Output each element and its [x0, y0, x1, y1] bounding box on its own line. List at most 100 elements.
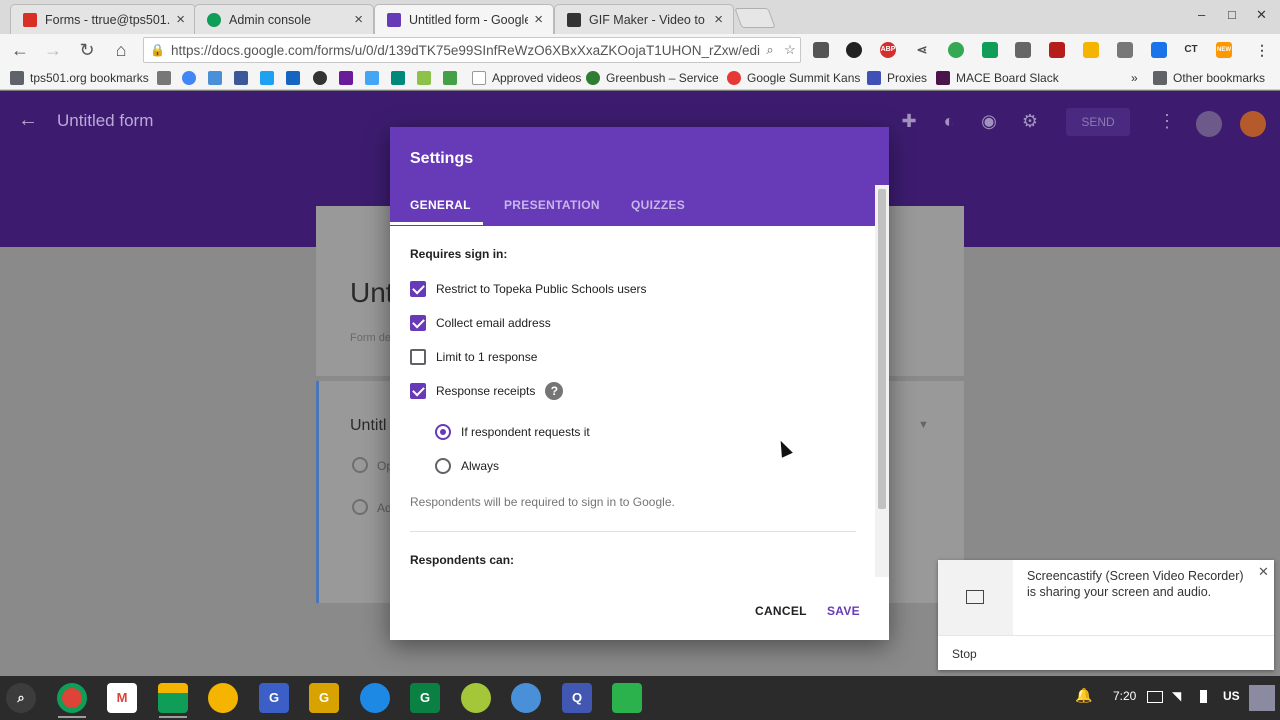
menu-icon[interactable]: ⋮: [1254, 42, 1270, 58]
receipt-choice-always[interactable]: Always: [435, 456, 499, 476]
stop-sharing-button[interactable]: Stop: [952, 647, 977, 661]
close-icon[interactable]: ✕: [1258, 564, 1269, 580]
bookmark-proxies[interactable]: Proxies: [867, 70, 927, 86]
zoom-icon[interactable]: ⌕: [760, 42, 780, 58]
addons-icon[interactable]: ✚: [898, 111, 920, 133]
restrict-domain-checkbox[interactable]: [410, 281, 426, 297]
close-window-button[interactable]: ✕: [1256, 7, 1267, 23]
palette-icon[interactable]: ◐: [938, 111, 960, 133]
always-radio[interactable]: [435, 458, 451, 474]
close-tab-icon[interactable]: ×: [534, 11, 543, 28]
tab-forms[interactable]: Forms - ttrue@tps501.o ×: [10, 4, 196, 34]
twitter-icon[interactable]: [260, 71, 274, 85]
tab-quizzes[interactable]: QUIZZES: [631, 198, 685, 212]
help-icon[interactable]: ?: [545, 382, 564, 400]
yahoo-icon[interactable]: [339, 71, 353, 85]
avatar[interactable]: [1240, 111, 1266, 137]
chrome-icon[interactable]: [57, 683, 87, 713]
bookmark-icon[interactable]: [313, 71, 327, 85]
new-extension-icon[interactable]: NEW: [1216, 42, 1232, 58]
facebook-icon[interactable]: [234, 71, 248, 85]
collect-email-checkbox[interactable]: [410, 315, 426, 331]
bookmark-icon[interactable]: [417, 71, 431, 85]
tab-gif-maker[interactable]: GIF Maker - Video to GIF ×: [554, 4, 734, 34]
pen-icon[interactable]: [1151, 42, 1167, 58]
save-button[interactable]: SAVE: [827, 604, 860, 618]
files-icon[interactable]: [360, 683, 390, 713]
reload-icon[interactable]: ↻: [76, 39, 98, 61]
dialog-scrollbar[interactable]: [875, 185, 889, 577]
extension-icon[interactable]: [1015, 42, 1031, 58]
drive-icon[interactable]: [158, 683, 188, 713]
bookmark-icon[interactable]: [286, 71, 300, 85]
slides-icon[interactable]: G: [309, 683, 339, 713]
bookmark-icon[interactable]: [443, 71, 457, 85]
extension-icon[interactable]: [1117, 42, 1133, 58]
extension-icon[interactable]: [846, 42, 862, 58]
tab-admin-console[interactable]: Admin console ×: [194, 4, 374, 34]
bookmark-google-summit[interactable]: Google Summit Kans: [727, 70, 860, 86]
settings-gear-icon[interactable]: ⚙: [1019, 111, 1041, 133]
bookmark-icon[interactable]: [157, 71, 171, 85]
form-title[interactable]: Untitled form: [57, 111, 153, 131]
more-icon[interactable]: ⋮: [1156, 111, 1178, 133]
send-button[interactable]: SEND: [1066, 108, 1130, 136]
android-icon[interactable]: [461, 683, 491, 713]
share-icon[interactable]: ⋖: [914, 42, 930, 58]
adblock-icon[interactable]: ABP: [880, 42, 896, 58]
tab-untitled-form[interactable]: Untitled form - Google F ×: [374, 4, 554, 34]
forward-icon[interactable]: →: [42, 39, 64, 61]
url-text[interactable]: https://docs.google.com/forms/u/0/d/139d…: [171, 43, 760, 58]
bookmark-star-icon[interactable]: ☆: [780, 42, 800, 58]
film-icon[interactable]: [1049, 42, 1065, 58]
back-icon[interactable]: ←: [9, 39, 31, 61]
close-tab-icon[interactable]: ×: [354, 11, 363, 28]
notification-bell-icon[interactable]: 🔔: [1075, 687, 1092, 704]
close-tab-icon[interactable]: ×: [176, 11, 185, 28]
gmail-icon[interactable]: M: [107, 683, 137, 713]
scrollbar-thumb[interactable]: [878, 189, 886, 509]
other-bookmarks[interactable]: Other bookmarks: [1153, 70, 1265, 86]
bookmark-icon[interactable]: [208, 71, 222, 85]
option-limit-one-response[interactable]: Limit to 1 response: [410, 347, 537, 367]
bookmarks-overflow-icon[interactable]: »: [1131, 70, 1138, 86]
clock[interactable]: 7:20: [1113, 689, 1136, 703]
option-collect-email[interactable]: Collect email address: [410, 313, 551, 333]
bookmark-icon[interactable]: [391, 71, 405, 85]
bookmark-mace-slack[interactable]: MACE Board Slack: [936, 70, 1059, 86]
address-bar[interactable]: 🔒 https://docs.google.com/forms/u/0/d/13…: [143, 37, 801, 63]
play-music-icon[interactable]: [208, 683, 238, 713]
if-requested-radio[interactable]: [435, 424, 451, 440]
response-receipts-checkbox[interactable]: [410, 383, 426, 399]
cancel-button[interactable]: CANCEL: [755, 604, 807, 618]
receipt-choice-if-requested[interactable]: If respondent requests it: [435, 422, 590, 442]
feedly-icon[interactable]: [612, 683, 642, 713]
maximize-button[interactable]: □: [1228, 7, 1236, 22]
user-avatar[interactable]: [1249, 685, 1275, 711]
minimize-button[interactable]: –: [1198, 7, 1205, 22]
quizlet-icon[interactable]: Q: [562, 683, 592, 713]
google-icon[interactable]: [182, 71, 196, 85]
new-tab-button[interactable]: [734, 8, 776, 28]
bookmark-icon[interactable]: [365, 71, 379, 85]
limit-one-response-checkbox[interactable]: [410, 349, 426, 365]
battery-icon[interactable]: [1200, 690, 1207, 703]
tab-presentation[interactable]: PRESENTATION: [504, 198, 600, 212]
launcher-search-icon[interactable]: ⌕: [6, 683, 36, 713]
bookmark-greenbush[interactable]: Greenbush – Service: [586, 70, 719, 86]
chat-icon[interactable]: [511, 683, 541, 713]
extension-icon[interactable]: [1083, 42, 1099, 58]
locale[interactable]: US: [1223, 689, 1240, 703]
bookmark-approved-videos[interactable]: Approved videos: [472, 70, 581, 86]
extension-icon[interactable]: [948, 42, 964, 58]
docs-icon[interactable]: G: [259, 683, 289, 713]
screen-cast-icon[interactable]: [1147, 691, 1163, 703]
option-response-receipts[interactable]: Response receipts ?: [410, 381, 564, 401]
preview-eye-icon[interactable]: ◉: [978, 111, 1000, 133]
ct-extension-icon[interactable]: CT: [1183, 42, 1199, 58]
extension-icon[interactable]: [982, 42, 998, 58]
close-tab-icon[interactable]: ×: [714, 11, 723, 28]
tab-general[interactable]: GENERAL: [410, 198, 471, 212]
home-icon[interactable]: ⌂: [110, 39, 132, 61]
back-arrow-icon[interactable]: ←: [18, 109, 38, 132]
